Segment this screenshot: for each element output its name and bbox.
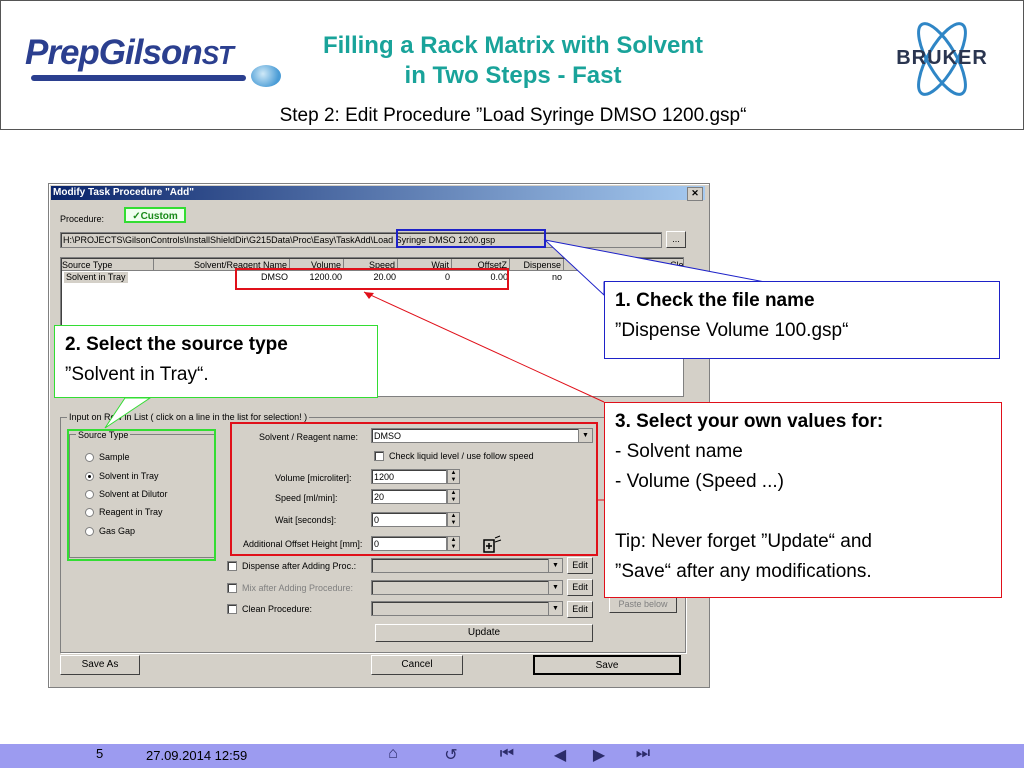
callout-select-source-type: 2. Select the source type ”Solvent in Tr… — [54, 325, 378, 398]
callout-2-body: ”Solvent in Tray“. — [65, 364, 209, 385]
callout-select-values: 3. Select your own values for: - Solvent… — [604, 402, 1002, 598]
callout-3-tip-1: Tip: Never forget ”Update“ and — [615, 531, 872, 552]
last-slide-icon[interactable]: ⏭ — [632, 745, 654, 763]
footer-date: 27.09.2014 12:59 — [146, 748, 248, 763]
slide-footer: 5 27.09.2014 12:59 ⌂ ↺ ⏮ ◀ ▶ ⏭ — [0, 744, 1024, 768]
previous-slide-icon[interactable]: ◀ — [549, 745, 571, 765]
callout-2-title: 2. Select the source type — [65, 334, 288, 355]
page-number: 5 — [96, 746, 104, 761]
home-icon[interactable]: ⌂ — [382, 745, 404, 763]
callout-3-line-2: - Volume (Speed ...) — [615, 471, 784, 492]
next-slide-icon[interactable]: ▶ — [588, 745, 610, 765]
callout-3-line-1: - Solvent name — [615, 441, 743, 462]
return-icon[interactable]: ↺ — [440, 745, 462, 765]
first-slide-icon[interactable]: ⏮ — [496, 745, 518, 763]
callout-3-title: 3. Select your own values for: — [615, 411, 884, 432]
callout-1-title: 1. Check the file name — [615, 290, 815, 311]
callout-3-spacer — [615, 497, 991, 527]
callout-1-body: ”Dispense Volume 100.gsp“ — [615, 320, 849, 341]
callout-3-tip-2: ”Save“ after any modifications. — [615, 561, 872, 582]
callout-check-file-name: 1. Check the file name ”Dispense Volume … — [604, 281, 1000, 359]
